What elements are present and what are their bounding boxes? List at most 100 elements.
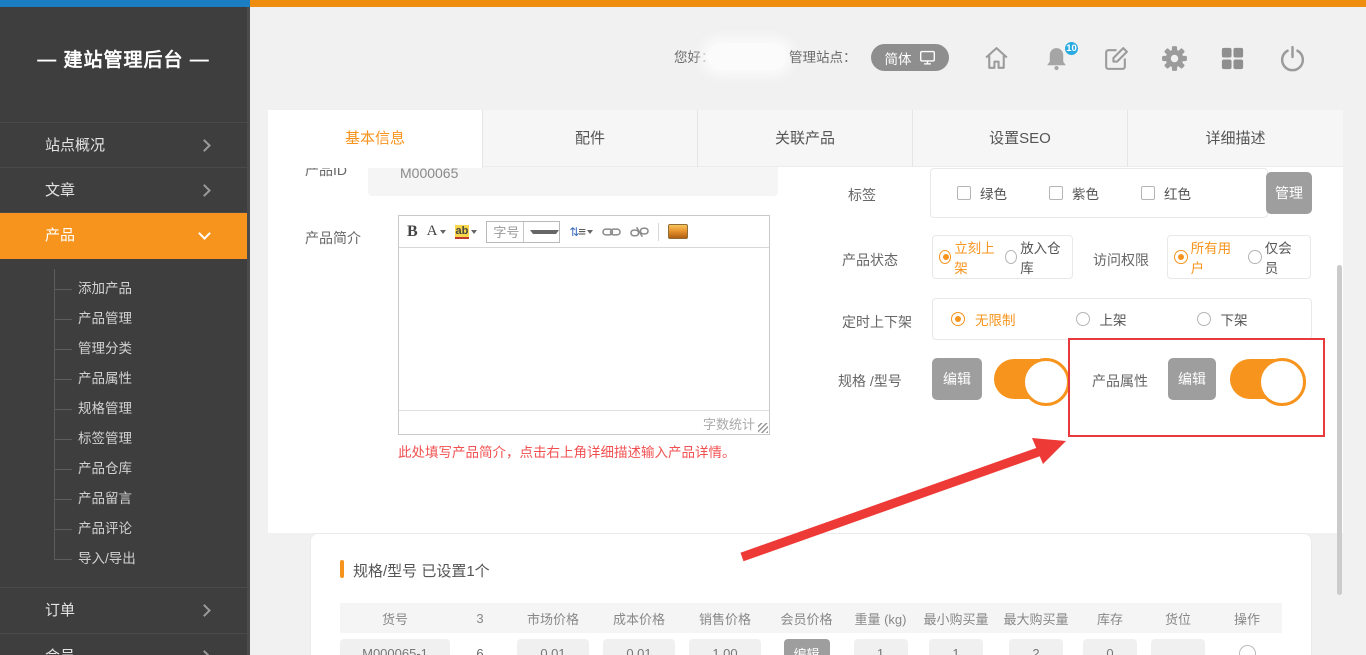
min-qty-input[interactable]: 1 (929, 639, 983, 655)
chevron-right-icon (198, 184, 211, 197)
radio-icon[interactable] (1005, 250, 1017, 264)
annotation-red-box (1068, 338, 1325, 437)
delete-row-icon[interactable] (1239, 645, 1256, 655)
subitem-label: 产品评论 (78, 521, 132, 536)
schedule-option-none[interactable]: 无限制 (951, 309, 1016, 329)
weight-input[interactable]: 1 (854, 639, 908, 655)
radio-selected-icon[interactable] (1174, 250, 1188, 264)
sidebar-item-site-overview[interactable]: 站点概况 (0, 122, 247, 167)
schedule-label: 定时上下架 (842, 312, 912, 332)
schedule-option-on[interactable]: 上架 (1076, 309, 1127, 329)
sidebar-subitem-product-message[interactable]: 产品留言 (78, 484, 238, 514)
sidebar-item-products[interactable]: 产品 (0, 212, 247, 259)
tab-seo[interactable]: 设置SEO (913, 110, 1128, 167)
sidebar-item-members[interactable]: 会员 (0, 633, 247, 655)
sidebar-item-articles[interactable]: 文章 (0, 167, 247, 212)
link-icon (602, 226, 621, 238)
sidebar-subitem-category-manage[interactable]: 管理分类 (78, 334, 238, 364)
power-icon[interactable] (1278, 44, 1307, 78)
checkbox-icon[interactable] (1049, 186, 1063, 200)
notification-badge: 10 (1063, 40, 1080, 57)
member-price-edit-button[interactable]: 编辑 (784, 639, 830, 655)
sidebar-subitem-spec-manage[interactable]: 规格管理 (78, 394, 238, 424)
radio-icon[interactable] (1248, 250, 1262, 264)
location-input[interactable] (1151, 639, 1205, 655)
radio-selected-icon[interactable] (939, 250, 951, 264)
col-actions: 操作 (1212, 609, 1282, 628)
tab-detail-desc[interactable]: 详细描述 (1128, 110, 1343, 167)
tab-related-products[interactable]: 关联产品 (698, 110, 913, 167)
spec-edit-button[interactable]: 编辑 (932, 358, 982, 400)
caret-down-icon (587, 230, 593, 234)
highlight-button[interactable]: ab (455, 225, 478, 239)
access-option-members[interactable]: 仅会员 (1248, 237, 1304, 277)
insert-image-button[interactable] (668, 224, 688, 239)
blurred-username (707, 43, 787, 70)
tag-option-green[interactable]: 绿色 (957, 183, 1007, 203)
radio-label: 立刻上架 (954, 237, 1000, 277)
tab-basic-info[interactable]: 基本信息 (268, 110, 483, 168)
sidebar-subitem-product-review[interactable]: 产品评论 (78, 514, 238, 544)
edit-icon[interactable] (1101, 44, 1130, 78)
image-icon (668, 224, 688, 239)
font-color-glyph: A (427, 223, 438, 240)
sidebar-item-orders[interactable]: 订单 (0, 587, 247, 632)
market-price-input[interactable]: 0.01 (517, 639, 589, 655)
tags-manage-button[interactable]: 管理 (1266, 172, 1312, 214)
chevron-right-icon (198, 650, 211, 655)
checkbox-icon[interactable] (957, 186, 971, 200)
editor-statusbar: 字数统计 (399, 410, 769, 434)
tag-option-purple[interactable]: 紫色 (1049, 183, 1099, 203)
sidebar-subitem-tag-manage[interactable]: 标签管理 (78, 424, 238, 454)
tab-accessories[interactable]: 配件 (483, 110, 698, 167)
sidebar-item-label: 订单 (45, 602, 75, 619)
max-qty-input[interactable]: 2 (1009, 639, 1063, 655)
subitem-label: 添加产品 (78, 281, 132, 296)
line-height-button[interactable]: ⇅≡ (569, 224, 593, 239)
access-option-all[interactable]: 所有用户 (1174, 237, 1243, 277)
editor-textarea[interactable] (399, 248, 769, 410)
chevron-right-icon (198, 604, 211, 617)
sku-input[interactable]: M000065-1 (340, 639, 450, 655)
sale-price-input[interactable]: 1.00 (689, 639, 761, 655)
spec-section-card (310, 533, 1312, 655)
language-button[interactable]: 简体 (871, 44, 949, 71)
schedule-box: 无限制 上架 下架 (932, 298, 1312, 340)
tree-tick (54, 289, 72, 290)
stock-input[interactable]: 0 (1083, 639, 1137, 655)
subitem-label: 产品留言 (78, 491, 132, 506)
spec-toggle-on[interactable] (994, 359, 1068, 399)
radio-selected-icon[interactable] (951, 312, 965, 326)
apps-grid-icon[interactable] (1219, 45, 1246, 77)
bold-button[interactable]: B (407, 223, 418, 241)
status-option-onsale[interactable]: 立刻上架 (939, 237, 1000, 277)
col-location: 货位 (1144, 609, 1212, 628)
select-dropdown-icon (523, 222, 560, 242)
status-option-warehouse[interactable]: 放入仓库 (1005, 237, 1066, 277)
font-color-button[interactable]: A (427, 223, 446, 240)
radio-icon[interactable] (1076, 312, 1090, 326)
vertical-scrollbar-thumb[interactable] (1337, 265, 1342, 595)
font-size-placeholder: 字号 (487, 222, 523, 241)
sidebar-subitem-add-product[interactable]: 添加产品 (78, 274, 238, 304)
product-intro-label: 产品简介 (305, 228, 361, 248)
radio-label: 下架 (1221, 309, 1248, 329)
subitem-label: 管理分类 (78, 341, 132, 356)
sidebar-subitem-product-manage[interactable]: 产品管理 (78, 304, 238, 334)
checkbox-icon[interactable] (1141, 186, 1155, 200)
resize-grip[interactable] (758, 423, 768, 433)
sidebar-subitem-import-export[interactable]: 导入/导出 (78, 544, 238, 574)
toolbar-separator (658, 223, 659, 241)
radio-icon[interactable] (1197, 312, 1211, 326)
remove-link-button[interactable] (630, 225, 649, 239)
sidebar-subitem-product-warehouse[interactable]: 产品仓库 (78, 454, 238, 484)
tag-option-red[interactable]: 红色 (1141, 183, 1191, 203)
cost-price-input[interactable]: 0.01 (603, 639, 675, 655)
sidebar-subitem-product-attr[interactable]: 产品属性 (78, 364, 238, 394)
settings-gear-icon[interactable] (1160, 44, 1189, 78)
home-icon[interactable] (982, 44, 1011, 78)
schedule-option-off[interactable]: 下架 (1197, 309, 1248, 329)
font-size-select[interactable]: 字号 (486, 221, 560, 243)
top-strip-blue (0, 0, 250, 7)
insert-link-button[interactable] (602, 226, 621, 238)
